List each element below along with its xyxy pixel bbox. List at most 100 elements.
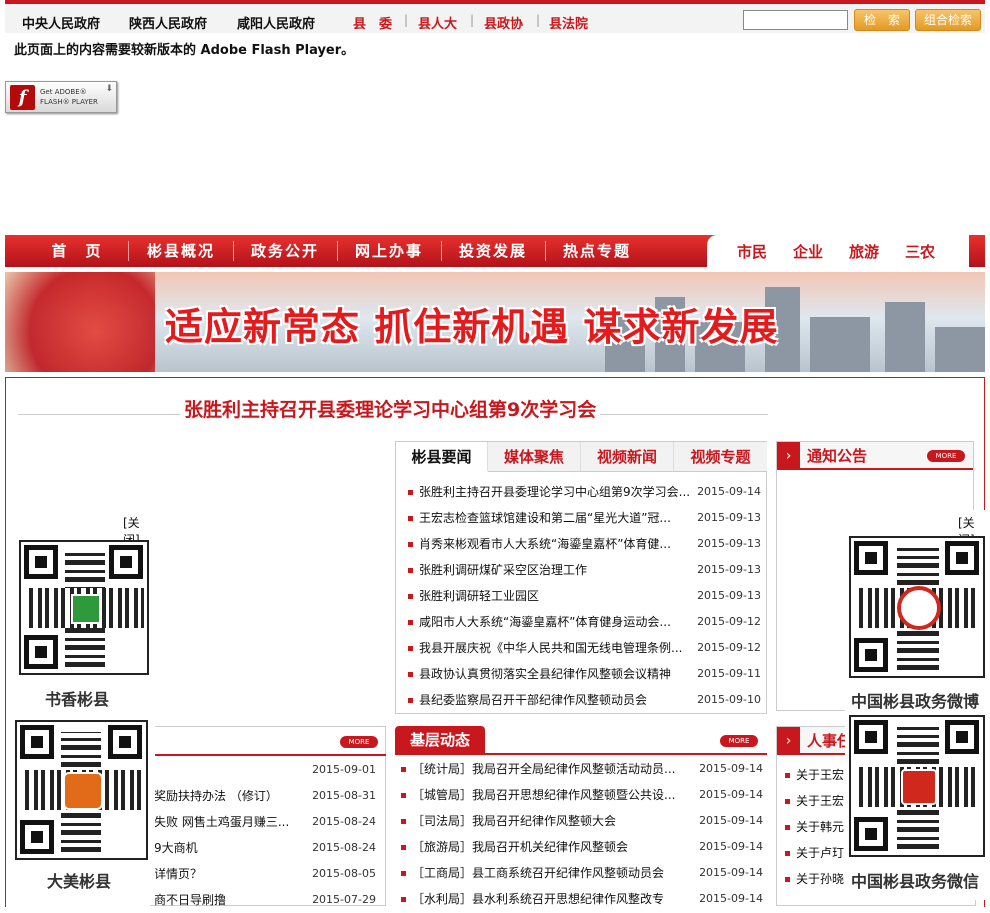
nav-government-affairs[interactable]: 政务公开 (233, 235, 337, 267)
row-title[interactable]: ［工商局］县工商系统召开纪律作风整顿动员会 (412, 866, 664, 880)
bullet-icon (408, 620, 413, 625)
left-news-row[interactable]: 奖励扶持办法 （修订） 2015-08-31 (154, 783, 376, 809)
qr-code-gov-weibo (849, 536, 985, 678)
left-news-row[interactable]: 9大商机 2015-08-24 (154, 835, 376, 861)
left-news-row[interactable]: 详情页？ 2015-08-05 (154, 861, 376, 887)
bullet-icon (408, 698, 413, 703)
grassroots-row[interactable]: ［统计局］我局召开全局纪律作风整顿活动动员... 2015-09-14 (401, 756, 763, 782)
row-title[interactable]: 肖秀来彬观看市人大系统“海鎏皇嘉杯”体育健... (419, 537, 671, 551)
grassroots-underline (395, 753, 767, 755)
nav-home[interactable]: 首 页 (27, 235, 127, 267)
row-title[interactable]: 失败 网售土鸡蛋月赚三... (154, 815, 289, 829)
news-row[interactable]: 肖秀来彬观看市人大系统“海鎏皇嘉杯”体育健... 2015-09-13 (408, 531, 761, 557)
row-date: 2015-09-14 (699, 814, 763, 827)
row-date: 2015-09-13 (697, 537, 761, 550)
tab-county-news[interactable]: 彬县要闻 (396, 442, 488, 472)
news-row[interactable]: 我县开展庆祝《中华人民共和国无线电管理条例... 2015-09-12 (408, 635, 761, 661)
nav-citizens[interactable]: 市民 (737, 235, 767, 269)
row-title[interactable]: 县政协认真贯彻落实全县纪律作风整顿会议精神 (419, 667, 671, 681)
news-row[interactable]: 县政协认真贯彻落实全县纪律作风整顿会议精神 2015-09-11 (408, 661, 761, 687)
left-news-row[interactable]: 2015-09-01 (154, 757, 376, 783)
row-title[interactable]: 关于韩元 (796, 820, 844, 834)
row-title[interactable]: 商不日导刷撸 (154, 893, 226, 907)
link-county-peoples-congress[interactable]: 县人大 (418, 13, 457, 32)
nav-county-overview[interactable]: 彬县概况 (129, 235, 233, 267)
news-panel: 彬县要闻 媒体聚焦 视频新闻 视频专题 张胜利主持召开县委理论学习中心组第9次学… (395, 441, 767, 714)
row-date: 2015-09-13 (697, 511, 761, 524)
main-navigation: 首 页 彬县概况 政务公开 网上办事 投资发展 热点专题 市民 企业 旅游 三农 (5, 235, 985, 267)
grassroots-row[interactable]: ［城管局］我局召开思想纪律作风整顿暨公共设... 2015-09-14 (401, 782, 763, 808)
row-title[interactable]: 张胜利主持召开县委理论学习中心组第9次学习会... (419, 485, 690, 499)
tab-media-focus[interactable]: 媒体聚焦 (488, 442, 581, 472)
headline-link[interactable]: 张胜利主持召开县委理论学习中心组第9次学习会 (180, 395, 601, 422)
row-title[interactable]: 关于王宏 (796, 768, 844, 782)
row-title[interactable]: 咸阳市人大系统“海鎏皇嘉杯”体育健身运动会... (419, 615, 671, 629)
grassroots-row[interactable]: ［工商局］县工商系统召开纪律作风整顿动员会 2015-09-14 (401, 860, 763, 886)
nav-online-services[interactable]: 网上办事 (337, 235, 441, 267)
link-county-committee[interactable]: 县 委 (353, 13, 392, 32)
row-title[interactable]: 关于孙晓 (796, 872, 844, 886)
combo-search-button[interactable]: 组合检索 (915, 9, 981, 31)
row-date: 2015-09-12 (697, 615, 761, 628)
get-flash-player-button[interactable]: f Get ADOBE® FLASH® PLAYER ⬇ (5, 81, 117, 113)
search-button[interactable]: 检 索 (854, 9, 910, 31)
row-title[interactable]: ［城管局］我局召开思想纪律作风整顿暨公共设... (412, 788, 675, 802)
news-row[interactable]: 张胜利调研轻工业园区 2015-09-13 (408, 583, 761, 609)
news-row[interactable]: 王宏志检查篮球馆建设和第二届“星光大道”冠... 2015-09-13 (408, 505, 761, 531)
row-date: 2015-09-12 (697, 641, 761, 654)
link-central-government[interactable]: 中央人民政府 (22, 13, 100, 32)
row-title[interactable]: 奖励扶持办法 （修订） (154, 789, 278, 803)
row-date: 2015-09-14 (699, 840, 763, 853)
tab-video-topics[interactable]: 视频专题 (674, 442, 767, 472)
nav-investment[interactable]: 投资发展 (441, 235, 545, 267)
row-title[interactable]: ［水利局］县水利系统召开思想纪律作风整改专 (412, 892, 664, 906)
notice-more-button[interactable]: MORE (927, 450, 965, 462)
grassroots-row[interactable]: ［司法局］我局召开纪律作风整顿大会 2015-09-14 (401, 808, 763, 834)
left-news-row[interactable]: 失败 网售土鸡蛋月赚三... 2015-08-24 (154, 809, 376, 835)
notice-title: 通知公告 (807, 447, 868, 465)
link-county-cppcc[interactable]: 县政协 (484, 13, 523, 32)
bullet-icon (785, 851, 790, 856)
row-title[interactable]: 关于王宏 (796, 794, 844, 808)
download-arrow-icon: ⬇ (105, 84, 113, 94)
news-row[interactable]: 咸阳市人大系统“海鎏皇嘉杯”体育健身运动会... 2015-09-12 (408, 609, 761, 635)
row-title[interactable]: ［司法局］我局召开纪律作风整顿大会 (412, 814, 616, 828)
banner-red-ribbon (5, 272, 155, 372)
news-row[interactable]: 县纪委监察局召开干部纪律作风整顿动员会 2015-09-10 (408, 687, 761, 713)
grassroots-more-button[interactable]: MORE (720, 735, 758, 747)
row-title[interactable]: ［旅游局］我局召开机关纪律作风整顿会 (412, 840, 628, 854)
notice-header: › 通知公告 MORE (777, 442, 973, 470)
row-title[interactable]: 张胜利调研轻工业园区 (419, 589, 539, 603)
left-news-panel: MORE 2015-09-01 奖励扶持办法 （修订） 2015-08-31 失败 网… (150, 726, 386, 907)
row-title[interactable]: 详情页？ (154, 867, 202, 881)
tab-video-news[interactable]: 视频新闻 (581, 442, 674, 472)
grassroots-row[interactable]: ［旅游局］我局召开机关纪律作风整顿会 2015-09-14 (401, 834, 763, 860)
row-title[interactable]: ［统计局］我局召开全局纪律作风整顿活动动员... (412, 762, 675, 776)
left-more-button[interactable]: MORE (340, 736, 378, 748)
news-row[interactable]: 张胜利主持召开县委理论学习中心组第9次学习会... 2015-09-14 (408, 479, 761, 505)
flash-logo-icon: f (10, 85, 35, 110)
nav-agriculture[interactable]: 三农 (905, 235, 935, 269)
link-shaanxi-government[interactable]: 陕西人民政府 (129, 13, 207, 32)
flash-badge-line1: Get ADOBE® (40, 88, 87, 96)
link-county-court[interactable]: 县法院 (549, 13, 588, 32)
row-title[interactable]: 王宏志检查篮球馆建设和第二届“星光大道”冠... (419, 511, 671, 525)
left-news-row[interactable]: 商不日导刷撸 2015-07-29 (154, 887, 376, 913)
nav-tourism[interactable]: 旅游 (849, 235, 879, 269)
grassroots-row[interactable]: ［水利局］县水利系统召开思想纪律作风整改专 2015-09-14 (401, 886, 763, 912)
row-title[interactable]: 县纪委监察局召开干部纪律作风整顿动员会 (419, 693, 647, 707)
row-title[interactable]: 张胜利调研煤矿采空区治理工作 (419, 563, 587, 577)
news-row[interactable]: 张胜利调研煤矿采空区治理工作 2015-09-13 (408, 557, 761, 583)
row-title[interactable]: 关于卢玎 (796, 846, 844, 860)
row-title[interactable]: 我县开展庆祝《中华人民共和国无线电管理条例... (419, 641, 682, 655)
bullet-icon (401, 871, 406, 876)
row-date: 2015-09-11 (697, 667, 761, 680)
bullet-icon (401, 767, 406, 772)
grassroots-news-title[interactable]: 基层动态 (395, 726, 485, 754)
link-xianyang-government[interactable]: 咸阳人民政府 (237, 13, 315, 32)
search-input[interactable] (743, 10, 848, 30)
row-title[interactable]: 9大商机 (154, 841, 198, 855)
nav-hot-topics[interactable]: 热点专题 (545, 235, 649, 267)
nav-enterprises[interactable]: 企业 (793, 235, 823, 269)
separator: | (404, 13, 409, 27)
